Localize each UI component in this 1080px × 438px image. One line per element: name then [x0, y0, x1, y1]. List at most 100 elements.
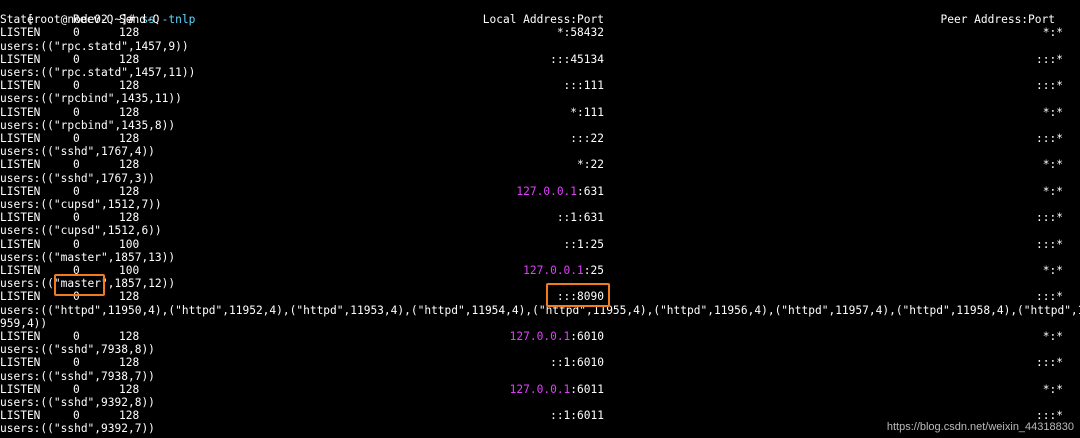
- row-sendq: 128: [119, 290, 140, 304]
- row-sendq: 100: [119, 237, 140, 251]
- row-local-sep: :: [577, 184, 584, 198]
- table-row: LISTEN 0 100 127.0.0.1:25 *:*: [0, 264, 1080, 277]
- table-row: LISTEN 0 128:::22:::*: [0, 132, 1080, 145]
- row-sendq: 128: [119, 26, 140, 40]
- row-local-address: 127.0.0.1:25: [400, 264, 604, 277]
- table-row: LISTEN 0 128::1:631:::*: [0, 211, 1080, 224]
- table-header: State Recv-Q Send-Q Local Address:Port P…: [0, 13, 1080, 26]
- row-state: LISTEN: [0, 237, 41, 251]
- row-local-sep: :: [583, 264, 591, 277]
- table-row: LISTEN 0 128 *:58432 *:*: [0, 26, 1080, 39]
- row-users-continued: 959,4)): [0, 316, 48, 330]
- row-recvq: 0: [73, 382, 80, 396]
- header-local-address: Local Address:Port: [482, 13, 604, 27]
- row-peer-address: *:*: [1042, 264, 1063, 277]
- row-recvq: 0: [73, 158, 80, 172]
- row-peer-address: :::*: [1036, 237, 1063, 251]
- row-local-address: *:111: [400, 106, 604, 119]
- row-local-sep: :: [577, 211, 584, 225]
- row-local-host: ::: [563, 79, 578, 93]
- terminal-window[interactable]: [root@node02 ~]# ss -tnlp State Recv-Q S…: [0, 0, 1080, 438]
- row-local-port: 25: [590, 237, 604, 251]
- row-local-sep: :: [583, 132, 591, 145]
- row-local-host: 127.0.0.1: [523, 264, 584, 277]
- row-peer-address: *:*: [1042, 184, 1063, 198]
- header-peer-address: Peer Address:Port: [940, 13, 1055, 27]
- row-local-host: ::1: [550, 409, 571, 423]
- row-local-sep: :: [583, 237, 591, 251]
- row-local-host: ::: [550, 52, 564, 66]
- row-state: LISTEN: [0, 382, 41, 396]
- row-users: users:(("master",1857,13)): [0, 250, 176, 264]
- row-local-port: 111: [583, 105, 604, 119]
- row-local-host: ::1: [556, 211, 578, 225]
- row-local-address: ::1:631: [400, 211, 604, 224]
- row-local-address: *:58432: [400, 26, 604, 39]
- row-state: LISTEN: [0, 132, 41, 145]
- header-state: State: [0, 13, 34, 27]
- row-users: users:(("sshd",7938,8)): [0, 343, 155, 357]
- row-local-host: 127.0.0.1: [509, 330, 571, 343]
- table-row: LISTEN 0 128 127.0.0.1:631 *:*: [0, 185, 1080, 198]
- row-local-host: *: [577, 158, 584, 172]
- row-recvq: 0: [73, 264, 80, 277]
- row-peer-address: :::*: [1036, 290, 1063, 304]
- row-recvq: 0: [73, 409, 80, 423]
- watermark: https://blog.csdn.net/weixin_44318830: [886, 420, 1074, 433]
- row-state: LISTEN: [0, 264, 41, 277]
- row-sendq: 128: [119, 79, 140, 93]
- row-local-host: ::1: [563, 237, 584, 251]
- row-state: LISTEN: [0, 356, 41, 370]
- row-users: users:(("rpc.statd",1457,9)): [0, 39, 189, 53]
- row-users: users:(("httpd",11950,4),("httpd",11952,…: [0, 303, 1080, 317]
- table-row: LISTEN 0 128:::111:::*: [0, 79, 1080, 92]
- row-users: users:(("sshd",9392,8)): [0, 396, 155, 409]
- row-local-port: 111: [583, 79, 604, 93]
- table-row: LISTEN 0 128:::8090:::*: [0, 290, 1080, 303]
- table-row: LISTEN 0 128 *:111 *:*: [0, 106, 1080, 119]
- row-local-port: 25: [590, 264, 604, 277]
- row-local-sep: :: [577, 105, 584, 119]
- row-local-address: :::8090: [400, 290, 604, 303]
- table-row: LISTEN 0 128::1:6010:::*: [0, 356, 1080, 369]
- row-local-port: 631: [583, 211, 604, 225]
- row-sendq: 128: [119, 330, 140, 343]
- row-local-sep: :: [577, 79, 584, 93]
- row-local-address: ::1:6010: [400, 356, 604, 369]
- row-peer-address: :::*: [1036, 132, 1063, 145]
- row-users: users:(("sshd",9392,7)): [0, 422, 155, 436]
- row-local-address: 127.0.0.1:631: [400, 185, 604, 198]
- row-users: users:(("cupsd",1512,7)): [0, 198, 162, 211]
- row-recvq: 0: [73, 356, 80, 370]
- row-state: LISTEN: [0, 330, 41, 343]
- row-local-address: 127.0.0.1:6010: [400, 330, 604, 343]
- row-state: LISTEN: [0, 290, 41, 304]
- row-state: LISTEN: [0, 105, 41, 119]
- row-recvq: 0: [73, 79, 80, 93]
- row-sendq: 128: [119, 52, 140, 66]
- row-sendq: 128: [119, 356, 140, 370]
- row-sendq: 128: [119, 132, 140, 145]
- row-local-port: 6011: [577, 382, 604, 396]
- header-sendq: Send-Q: [119, 13, 160, 27]
- row-state: LISTEN: [0, 26, 41, 40]
- table-row: LISTEN 0 128 127.0.0.1:6011 *:*: [0, 383, 1080, 396]
- row-recvq: 0: [73, 184, 80, 198]
- row-recvq: 0: [73, 330, 80, 343]
- row-local-address: :::22: [400, 132, 604, 145]
- row-local-port: 631: [583, 184, 604, 198]
- row-users: users:(("master",1857,12)): [0, 277, 176, 291]
- row-local-address: ::1:6011: [400, 409, 604, 422]
- row-sendq: 128: [119, 211, 140, 225]
- row-local-host: 127.0.0.1: [509, 382, 571, 396]
- row-local-port: 45134: [570, 52, 604, 66]
- row-local-address: :::45134: [400, 53, 604, 66]
- row-recvq: 0: [73, 290, 80, 304]
- prompt-line: [root@node02 ~]# ss -tnlp: [0, 0, 195, 26]
- row-sendq: 128: [119, 158, 140, 172]
- table-row: LISTEN 0 128:::45134:::*: [0, 53, 1080, 66]
- row-local-address: ::1:25: [400, 238, 604, 251]
- row-local-address: 127.0.0.1:6011: [400, 383, 604, 396]
- row-local-port: 6010: [577, 356, 604, 370]
- row-sendq: 128: [119, 105, 140, 119]
